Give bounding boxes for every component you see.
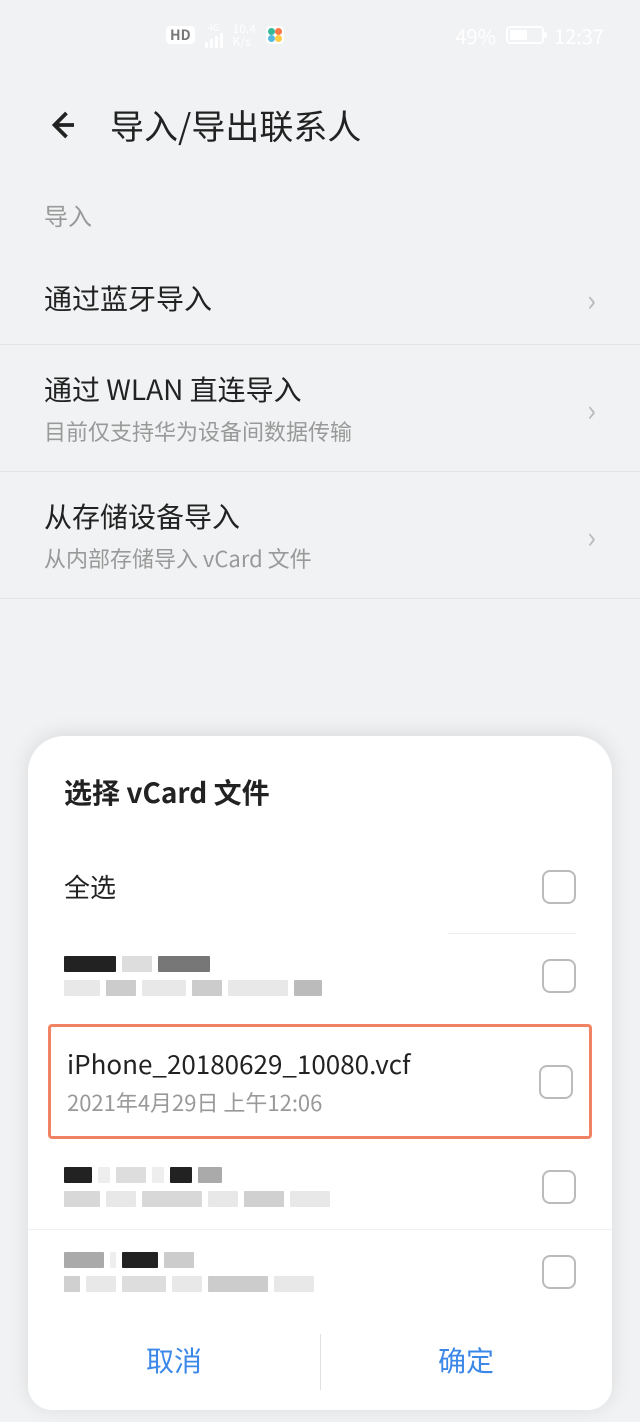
header: 导入/导出联系人 [0,70,640,189]
battery-percent: 49% [455,21,496,50]
signal-icon: 4G [205,23,223,48]
app-icon [266,26,284,44]
select-all-label: 全选 [64,868,116,905]
chevron-right-icon: › [587,386,596,430]
redacted-file [64,1252,314,1292]
chevron-right-icon: › [587,276,596,320]
row-bluetooth-import[interactable]: 通过蓝牙导入 › [0,252,640,345]
checkbox[interactable] [542,1255,576,1289]
row-storage-import[interactable]: 从存储设备导入 从内部存储导入 vCard 文件 › [0,472,640,599]
file-row[interactable] [28,1230,612,1314]
redacted-file [64,1167,330,1207]
back-button[interactable] [40,103,84,147]
row-title: 通过蓝牙导入 [44,278,212,318]
page-title: 导入/导出联系人 [110,100,361,149]
checkbox[interactable] [539,1065,573,1099]
redacted-file [64,956,322,996]
chevron-right-icon: › [587,513,596,557]
battery-icon [506,26,544,44]
row-wlan-import[interactable]: 通过 WLAN 直连导入 目前仅支持华为设备间数据传输 › [0,345,640,472]
checkbox[interactable] [542,1170,576,1204]
file-row[interactable] [28,1145,612,1230]
row-title: 通过 WLAN 直连导入 [44,369,352,409]
confirm-button[interactable]: 确定 [320,1340,612,1380]
row-title: 从存储设备导入 [44,496,312,536]
arrow-left-icon [44,107,80,143]
file-row[interactable] [28,934,612,1018]
file-date: 2021年4月29日 上午12:06 [67,1086,410,1118]
vcard-sheet: 选择 vCard 文件 全选 iPhone_20180629_10080.vcf… [28,736,612,1410]
cancel-button[interactable]: 取消 [28,1340,320,1380]
clock: 12:37 [554,21,604,50]
row-subtitle: 目前仅支持华为设备间数据传输 [44,415,352,447]
net-speed: 10.4K/s [233,22,256,48]
section-label: 导入 [0,189,640,252]
select-all-row[interactable]: 全选 [28,846,612,933]
sheet-actions: 取消 确定 [28,1314,612,1410]
checkbox[interactable] [542,959,576,993]
file-row-highlighted[interactable]: iPhone_20180629_10080.vcf 2021年4月29日 上午1… [48,1024,592,1139]
file-name: iPhone_20180629_10080.vcf [67,1045,410,1082]
sheet-title: 选择 vCard 文件 [28,772,612,846]
status-bar: HD 4G 10.4K/s 49% 12:37 [0,0,640,70]
row-subtitle: 从内部存储导入 vCard 文件 [44,542,312,574]
checkbox[interactable] [542,870,576,904]
hd-badge: HD [166,26,195,44]
